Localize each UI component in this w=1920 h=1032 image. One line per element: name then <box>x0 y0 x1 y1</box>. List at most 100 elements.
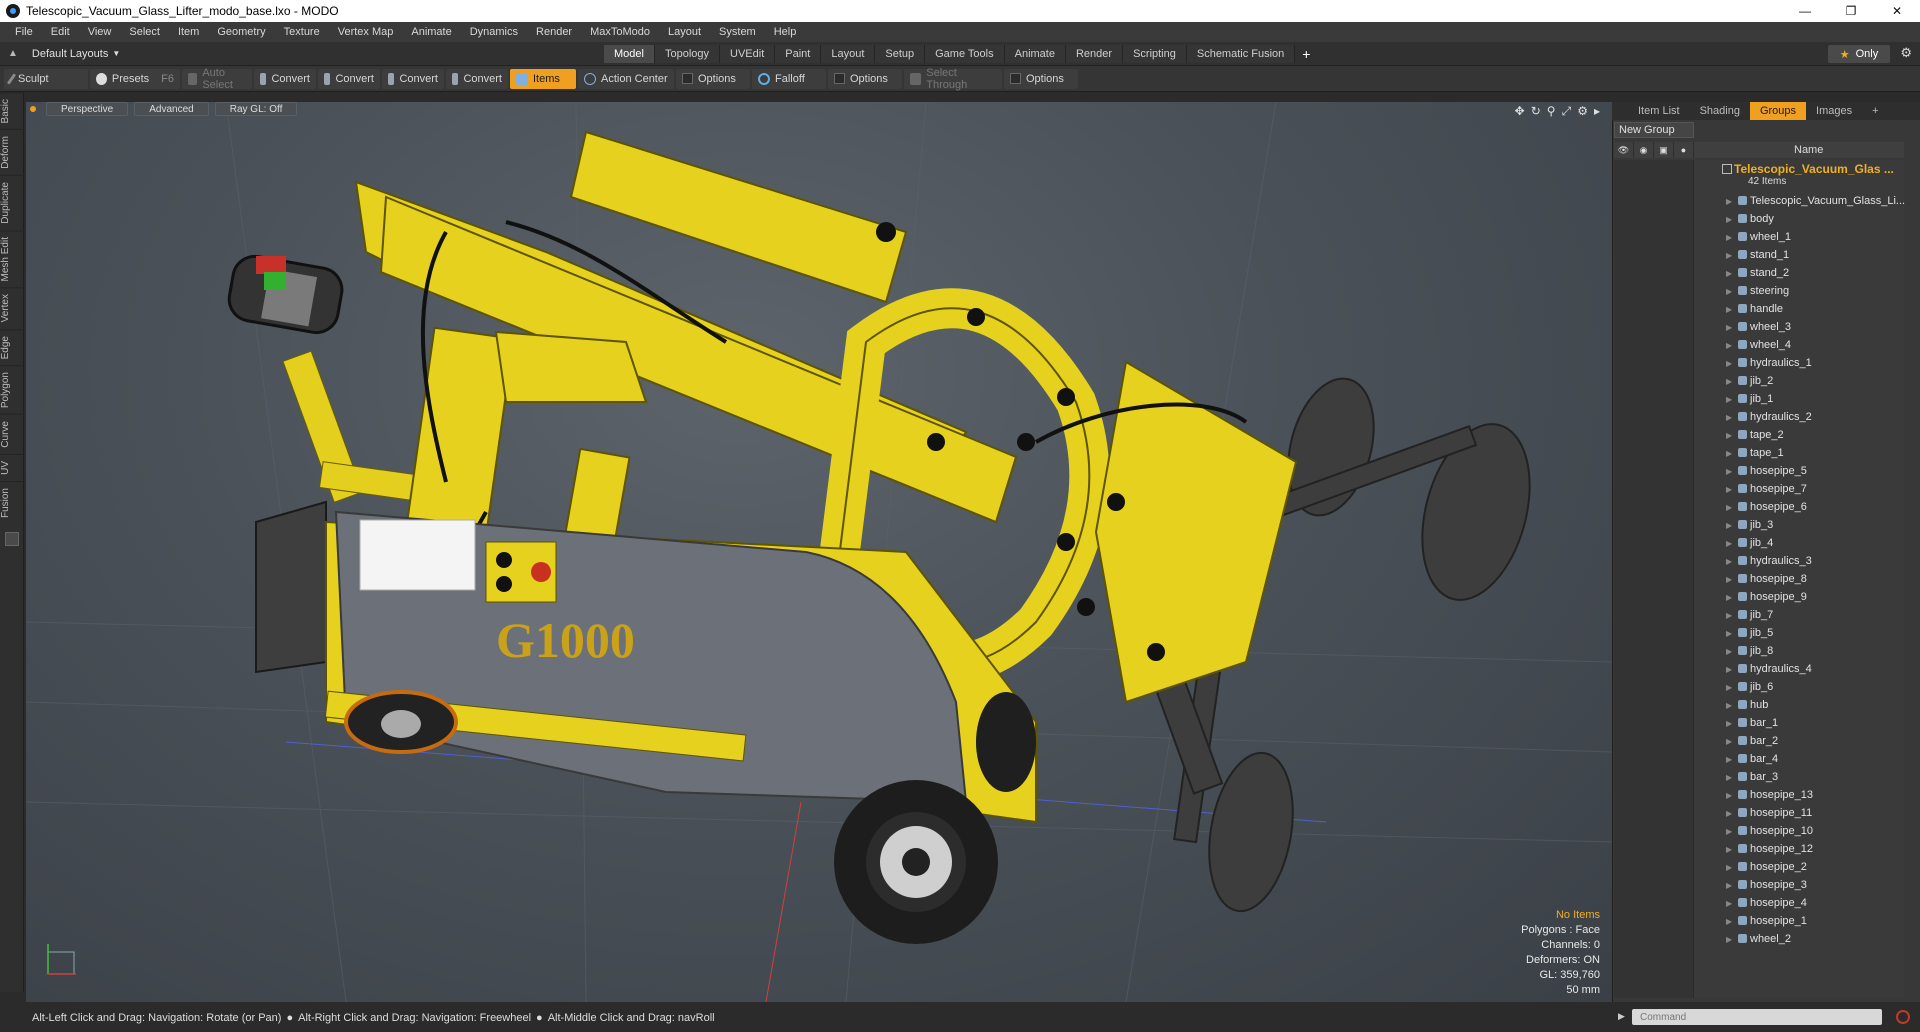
expand-arrow-icon[interactable]: ▶ <box>1726 899 1732 908</box>
viewport-menu-dot[interactable] <box>30 106 36 112</box>
tab-groups[interactable]: Groups <box>1749 102 1807 120</box>
group-item-row[interactable]: ▶ hydraulics_2 <box>1614 408 1904 426</box>
group-item-row[interactable]: ▶ jib_4 <box>1614 534 1904 552</box>
expand-arrow-icon[interactable]: ▶ <box>1726 431 1732 440</box>
tab-curve[interactable]: Curve <box>0 414 24 454</box>
expand-arrow-icon[interactable]: ▶ <box>1726 863 1732 872</box>
expand-arrow-icon[interactable]: ▶ <box>1726 557 1732 566</box>
expand-arrow-icon[interactable]: ▶ <box>1726 683 1732 692</box>
expand-arrow-icon[interactable]: ▶ <box>1726 611 1732 620</box>
expand-arrow-icon[interactable]: ▶ <box>1726 809 1732 818</box>
group-item-row[interactable]: ▶ hosepipe_1 <box>1614 912 1904 930</box>
menu-file[interactable]: File <box>6 26 42 38</box>
group-item-row[interactable]: ▶ hosepipe_11 <box>1614 804 1904 822</box>
group-item-row[interactable]: ▶ body <box>1614 210 1904 228</box>
group-item-row[interactable]: ▶ hosepipe_12 <box>1614 840 1904 858</box>
expand-arrow-icon[interactable]: ▶ <box>1726 341 1732 350</box>
expand-arrow-icon[interactable]: ▶ <box>1726 323 1732 332</box>
3d-viewport[interactable]: G1000 <box>26 102 1612 1002</box>
advanced-button[interactable]: Advanced <box>134 102 209 116</box>
group-item-row[interactable]: ▶ bar_1 <box>1614 714 1904 732</box>
menu-layout[interactable]: Layout <box>659 26 710 38</box>
maximize-icon[interactable]: ❐ <box>1828 0 1874 22</box>
tab-topology[interactable]: Topology <box>654 45 721 63</box>
options-checkbox[interactable] <box>1010 73 1021 84</box>
tab-paint[interactable]: Paint <box>775 45 822 63</box>
expand-arrow-icon[interactable]: ▶ <box>1726 305 1732 314</box>
select-through-options[interactable]: Options <box>1004 68 1078 89</box>
tab-uvedit[interactable]: UVEdit <box>720 45 776 63</box>
expand-arrow-icon[interactable]: ▶ <box>1726 881 1732 890</box>
group-item-row[interactable]: ▶ wheel_1 <box>1614 228 1904 246</box>
expand-arrow-icon[interactable]: ▶ <box>1726 755 1732 764</box>
tab-polygon[interactable]: Polygon <box>0 365 24 415</box>
group-item-row[interactable]: ▶ jib_8 <box>1614 642 1904 660</box>
group-item-row[interactable]: ▶ stand_1 <box>1614 246 1904 264</box>
expand-arrow-icon[interactable]: ▶ <box>1726 719 1732 728</box>
group-item-row[interactable]: ▶ jib_5 <box>1614 624 1904 642</box>
expand-arrow-icon[interactable]: ▶ <box>1726 197 1732 206</box>
group-item-row[interactable]: ▶ handle <box>1614 300 1904 318</box>
convert-vertices-button[interactable]: Convert <box>254 68 316 89</box>
expand-arrow-icon[interactable]: ▶ <box>1726 233 1732 242</box>
group-item-row[interactable]: ▶ steering <box>1614 282 1904 300</box>
perspective-button[interactable]: Perspective <box>46 102 129 116</box>
expand-arrow-icon[interactable]: ▶ <box>1726 665 1732 674</box>
minimize-icon[interactable]: — <box>1782 0 1828 22</box>
group-item-row[interactable]: ▶ hosepipe_5 <box>1614 462 1904 480</box>
falloff-options[interactable]: Options <box>828 68 902 89</box>
render-column-icon[interactable]: ◉ <box>1634 142 1654 158</box>
expand-arrow-icon[interactable]: ▶ <box>1726 917 1732 926</box>
expand-arrow-icon[interactable]: ▶ <box>1726 593 1732 602</box>
action-center-button[interactable]: Action Center <box>578 68 674 89</box>
action-center-options[interactable]: Options <box>676 68 750 89</box>
pan-icon[interactable]: ✥ <box>1515 104 1525 119</box>
tab-item-list[interactable]: Item List <box>1628 102 1690 120</box>
viewport-settings-icon[interactable]: ⚙ <box>1577 104 1588 119</box>
select-through-button[interactable]: Select Through <box>904 67 1002 91</box>
expand-arrow-icon[interactable]: ▶ <box>1726 737 1732 746</box>
group-item-row[interactable]: ▶ hydraulics_1 <box>1614 354 1904 372</box>
menu-texture[interactable]: Texture <box>275 26 329 38</box>
auto-select-button[interactable]: Auto Select <box>182 67 252 91</box>
group-item-row[interactable]: ▶ hosepipe_4 <box>1614 894 1904 912</box>
tab-scripting[interactable]: Scripting <box>1123 45 1187 63</box>
expand-arrow-icon[interactable]: ▶ <box>1726 251 1732 260</box>
group-row[interactable]: Telescopic_Vacuum_Glas ... 42 Items <box>1614 160 1904 190</box>
expand-arrow-icon[interactable]: ▶ <box>1726 485 1732 494</box>
menu-vertex-map[interactable]: Vertex Map <box>329 26 403 38</box>
items-mode-button[interactable]: Items <box>510 68 576 89</box>
tab-setup[interactable]: Setup <box>875 45 926 63</box>
expand-arrow-icon[interactable]: ▶ <box>1726 467 1732 476</box>
group-item-row[interactable]: ▶ hosepipe_10 <box>1614 822 1904 840</box>
expand-arrow-icon[interactable]: ▶ <box>1726 629 1732 638</box>
expand-arrow-icon[interactable]: ▶ <box>1726 575 1732 584</box>
menu-dynamics[interactable]: Dynamics <box>461 26 527 38</box>
zoom-icon[interactable]: ⚲ <box>1547 104 1556 119</box>
group-item-row[interactable]: ▶ stand_2 <box>1614 264 1904 282</box>
group-item-row[interactable]: ▶ hosepipe_13 <box>1614 786 1904 804</box>
stop-icon[interactable] <box>1896 1010 1910 1024</box>
options-checkbox[interactable] <box>834 73 845 84</box>
menu-geometry[interactable]: Geometry <box>208 26 274 38</box>
group-item-row[interactable]: ▶ tape_1 <box>1614 444 1904 462</box>
viewport-expand-icon[interactable]: ▸ <box>1594 104 1600 119</box>
expand-arrow-icon[interactable]: ▶ <box>1726 539 1732 548</box>
tab-game-tools[interactable]: Game Tools <box>925 45 1005 63</box>
menu-view[interactable]: View <box>79 26 121 38</box>
tab-edge[interactable]: Edge <box>0 328 24 366</box>
options-checkbox[interactable] <box>682 73 693 84</box>
tab-uv[interactable]: UV <box>0 453 24 481</box>
add-tab-icon[interactable]: + <box>1295 45 1317 63</box>
tab-deform[interactable]: Deform <box>0 129 24 176</box>
rotate-icon[interactable]: ↻ <box>1531 104 1541 119</box>
tab-layout[interactable]: Layout <box>821 45 876 63</box>
convert-items-button[interactable]: Convert <box>446 68 508 89</box>
expand-arrow-icon[interactable]: ▶ <box>1726 647 1732 656</box>
group-item-row[interactable]: ▶ jib_3 <box>1614 516 1904 534</box>
group-item-row[interactable]: ▶ bar_3 <box>1614 768 1904 786</box>
close-icon[interactable]: ✕ <box>1874 0 1920 22</box>
select-column-icon[interactable]: ● <box>1674 142 1694 158</box>
menu-edit[interactable]: Edit <box>42 26 79 38</box>
group-item-row[interactable]: ▶ hosepipe_7 <box>1614 480 1904 498</box>
